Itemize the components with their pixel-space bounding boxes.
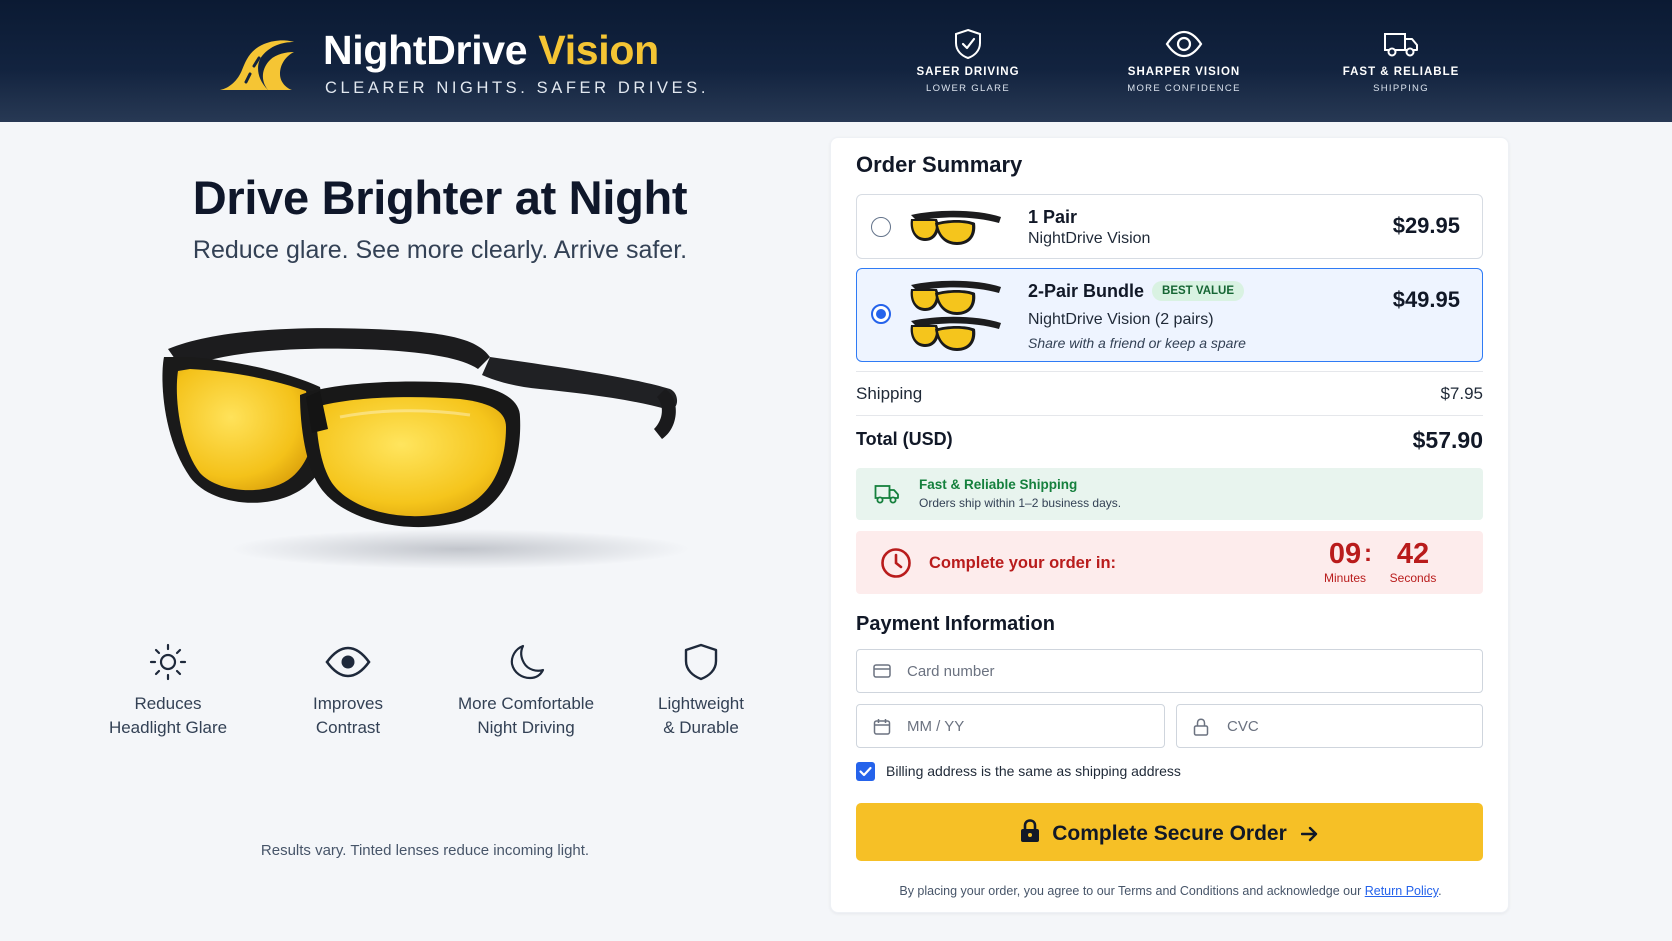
results-disclaimer: Results vary. Tinted lenses reduce incom…: [260, 842, 590, 859]
hero-feature-durable: Lightweight & Durable: [631, 642, 771, 740]
option-1-pair[interactable]: 1 Pair NightDrive Vision $29.95: [856, 194, 1483, 259]
hero-feature-glare: Reduces Headlight Glare: [98, 642, 238, 740]
total-row: Total (USD) $57.90: [856, 415, 1483, 463]
header-feature-shipping: FAST & RELIABLE SHIPPING: [1311, 28, 1491, 94]
complete-order-button[interactable]: Complete Secure Order: [856, 803, 1483, 861]
hero-feature-line1: Reduces: [134, 694, 202, 713]
header-feature-subtitle: LOWER GLARE: [926, 83, 1010, 94]
hero-feature-line2: Night Driving: [477, 718, 575, 737]
terms-suffix: .: [1438, 884, 1442, 898]
sunglasses-thumbnail: [910, 210, 1001, 245]
expiry-field[interactable]: MM / YY: [856, 704, 1165, 748]
card-number-field[interactable]: Card number: [856, 649, 1483, 693]
terms-prefix: By placing your order, you agree to our …: [899, 884, 1362, 898]
shipping-notice: Fast & Reliable Shipping Orders ship wit…: [856, 468, 1483, 520]
option-note: Share with a friend or keep a spare: [1028, 335, 1246, 351]
card-number-placeholder: Card number: [907, 663, 995, 680]
total-value: $57.90: [1412, 427, 1483, 453]
lock-icon: [1021, 819, 1040, 842]
option-1-pair-radio[interactable]: [871, 217, 891, 237]
countdown-message: Complete your order in:: [929, 554, 1117, 572]
header-feature-subtitle: SHIPPING: [1373, 83, 1429, 94]
option-description: NightDrive Vision: [1028, 230, 1151, 247]
hero-feature-line2: & Durable: [663, 718, 739, 737]
best-value-badge: BEST VALUE: [1152, 281, 1245, 301]
option-2-pair-radio[interactable]: [871, 304, 891, 324]
moon-icon: [510, 644, 545, 680]
header-feature-title: SHARPER VISION: [1127, 66, 1241, 78]
shield-icon: [684, 643, 718, 681]
checkmark-icon: [859, 766, 872, 777]
order-summary-title: Order Summary: [856, 152, 1023, 177]
cvc-placeholder: CVC: [1227, 718, 1259, 735]
checkout-card: Order Summary 1 Pair NightDrive Vision $…: [830, 137, 1509, 913]
shipping-notice-title: Fast & Reliable Shipping: [919, 477, 1078, 492]
hero-subtitle: Reduce glare. See more clearly. Arrive s…: [192, 236, 688, 264]
billing-same-label[interactable]: Billing address is the same as shipping …: [886, 763, 1181, 779]
brand-tagline: CLEARER NIGHTS. SAFER DRIVES.: [325, 79, 710, 97]
countdown-seconds: 42: [1396, 538, 1430, 570]
hero-feature-line1: Lightweight: [657, 694, 744, 713]
shipping-notice-text: Orders ship within 1–2 business days.: [919, 496, 1122, 510]
brand-accent: Vision: [538, 27, 659, 73]
option-2-pair-bundle[interactable]: 2-Pair Bundle BEST VALUE NightDrive Visio…: [856, 268, 1483, 362]
eye-icon: [1165, 30, 1203, 58]
hero-feature-line2: Contrast: [315, 718, 381, 737]
hero-feature-line1: More Comfortable: [457, 694, 595, 713]
countdown-seconds-label: Seconds: [1389, 571, 1437, 585]
hero-title: Drive Brighter at Night: [192, 171, 688, 224]
countdown-separator: :: [1364, 540, 1372, 567]
complete-order-content: Complete Secure Order: [856, 819, 1483, 846]
brand-main: NightDrive: [323, 27, 528, 73]
sunglasses-pair-thumbnail: [910, 280, 1001, 351]
clock-icon: [881, 548, 911, 578]
option-name: 1 Pair: [1028, 207, 1078, 227]
option-price: $29.95: [1392, 213, 1460, 238]
header-feature-title: FAST & RELIABLE: [1342, 66, 1460, 78]
option-name: 2-Pair Bundle BEST VALUE: [1028, 281, 1245, 302]
credit-card-icon: [873, 664, 891, 678]
sunglasses-product-image: [162, 328, 690, 569]
truck-icon: [1384, 33, 1418, 57]
return-policy-link[interactable]: Return Policy: [1365, 884, 1438, 898]
total-label: Total (USD): [856, 429, 953, 449]
road-logo-icon[interactable]: [216, 34, 296, 94]
header-feature-subtitle: MORE CONFIDENCE: [1127, 83, 1241, 94]
header-feature-safer-driving: SAFER DRIVING LOWER GLARE: [878, 28, 1058, 94]
countdown-minutes-label: Minutes: [1323, 571, 1367, 585]
option-description: NightDrive Vision (2 pairs): [1028, 311, 1214, 328]
hero-feature-line2: Headlight Glare: [108, 718, 228, 737]
sun-icon: [149, 643, 187, 681]
shield-check-icon: [955, 28, 981, 60]
payment-title: Payment Information: [856, 613, 1055, 635]
header-feature-sharper-vision: SHARPER VISION MORE CONFIDENCE: [1094, 28, 1274, 94]
hero-feature-line1: Improves: [313, 694, 383, 713]
lock-icon: [1193, 718, 1209, 736]
site-header: NightDrive Vision CLEARER NIGHTS. SAFER …: [0, 0, 1672, 122]
hero-feature-comfort: More Comfortable Night Driving: [446, 642, 606, 740]
shipping-value: $7.95: [1440, 384, 1483, 403]
hero-feature-contrast: Improves Contrast: [278, 642, 418, 740]
shipping-label: Shipping: [856, 384, 923, 403]
brand-name[interactable]: NightDrive Vision: [323, 27, 659, 74]
header-feature-title: SAFER DRIVING: [916, 66, 1020, 78]
expiry-placeholder: MM / YY: [907, 718, 965, 735]
option-name-text: 2-Pair Bundle: [1028, 281, 1145, 301]
option-price: $49.95: [1392, 287, 1460, 312]
countdown-banner: Complete your order in: 09 : 42 Minutes …: [856, 531, 1483, 594]
complete-order-label: Complete Secure Order: [1052, 822, 1287, 845]
billing-same-checkbox[interactable]: [856, 762, 875, 781]
terms-text: By placing your order, you agree to our …: [831, 884, 1510, 898]
calendar-icon: [873, 719, 891, 735]
hero-section: Drive Brighter at Night Reduce glare. Se…: [0, 122, 830, 941]
arrow-right-icon: [1300, 826, 1317, 842]
cvc-field[interactable]: CVC: [1176, 704, 1483, 748]
shipping-row: Shipping $7.95: [856, 371, 1483, 415]
truck-icon: [874, 485, 899, 504]
eye-icon: [325, 646, 371, 678]
